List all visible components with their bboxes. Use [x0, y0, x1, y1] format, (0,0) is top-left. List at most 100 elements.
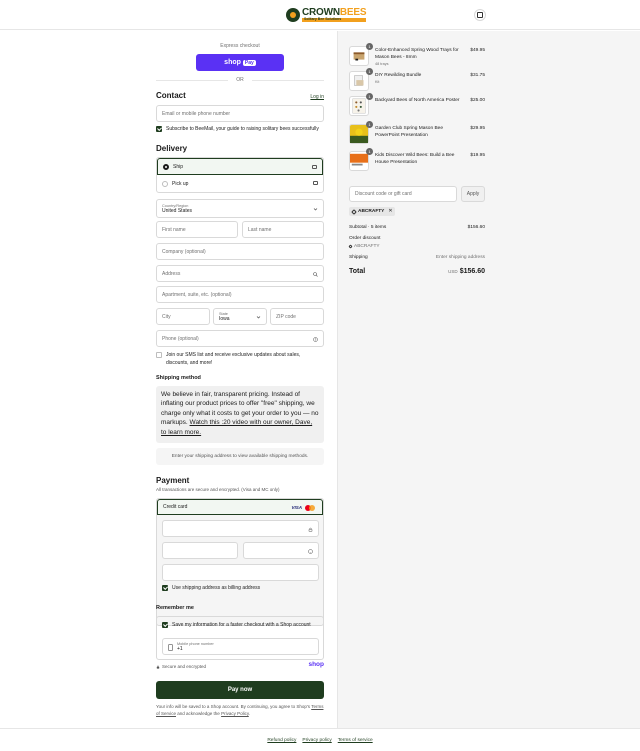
product-price: $19.95	[470, 153, 485, 158]
chevron-down-icon	[313, 208, 318, 211]
phone-placeholder: Phone (optional)	[162, 335, 199, 342]
pickup-radio[interactable]	[162, 180, 168, 187]
mobile-phone-field[interactable]: Mobile phone number +1	[162, 638, 319, 655]
payment-subheading: All transactions are secure and encrypte…	[156, 487, 280, 492]
quantity-badge: 1	[366, 68, 373, 75]
product-name: Color-Enhanced Spring Wood Trays for Mas…	[375, 48, 461, 67]
billing-address-checkbox[interactable]	[162, 585, 168, 591]
shop-pay-button[interactable]: shop Pay	[196, 54, 284, 71]
discount-code-field[interactable]: Discount code or gift card	[349, 186, 457, 202]
apply-discount-button[interactable]: Apply	[461, 186, 485, 202]
email-field[interactable]: Email or mobile phone number	[156, 105, 324, 122]
country-select[interactable]: Country/Region United States	[156, 199, 324, 218]
product-image-kids-presentation	[350, 153, 368, 169]
payment-heading: Payment	[156, 476, 190, 485]
zip-field[interactable]: ZIP code	[270, 308, 324, 325]
shop-pay-pill: Pay	[242, 59, 256, 66]
or-divider: OR	[156, 77, 324, 83]
sms-checkbox-row[interactable]: Join our SMS list and receive exclusive …	[156, 352, 324, 367]
address-field[interactable]: Address	[156, 265, 324, 282]
shop-privacy-link[interactable]: Privacy Policy	[221, 711, 249, 716]
refund-policy-link[interactable]: Refund policy	[267, 738, 296, 743]
visa-icon: VISA	[291, 505, 302, 510]
company-placeholder: Company (optional)	[162, 248, 206, 255]
shop-terms-notice: Your info will be saved to a Shop accoun…	[156, 704, 324, 718]
currency-code: USD	[448, 269, 458, 274]
pay-now-button[interactable]: Pay now	[156, 681, 324, 699]
help-circle-icon[interactable]	[308, 549, 313, 554]
card-security-code-field[interactable]	[243, 542, 319, 559]
remember-me-box: Save my information for a faster checkou…	[156, 616, 324, 660]
remember-me-heading: Remember me	[156, 605, 194, 611]
card-number-field[interactable]	[162, 520, 319, 537]
subtotal-value: $156.60	[467, 225, 485, 230]
last-name-placeholder: Last name	[248, 226, 272, 233]
express-checkout-label: Express checkout	[220, 43, 260, 49]
zip-placeholder: ZIP code	[276, 313, 296, 320]
product-name-text: Color-Enhanced Spring Wood Trays for Mas…	[375, 48, 459, 60]
cart-line-item: 1 Garden Club Spring Mason Bee PowerPoin…	[349, 121, 485, 144]
save-info-checkbox[interactable]	[162, 622, 168, 628]
apartment-field[interactable]: Apartment, suite, etc. (optional)	[156, 286, 324, 303]
mobile-phone-icon	[168, 644, 173, 651]
product-name-text: Backyard Bees of North America Poster	[375, 98, 460, 103]
save-info-checkbox-row[interactable]: Save my information for a faster checkou…	[162, 622, 319, 630]
subscribe-checkbox[interactable]	[156, 126, 162, 132]
tag-icon	[351, 208, 357, 215]
chevron-down-icon	[256, 316, 261, 319]
billing-address-checkbox-row[interactable]: Use shipping address as billing address	[162, 585, 319, 593]
subtotal-label: Subtotal · 5 items	[349, 225, 387, 230]
sms-checkbox[interactable]	[156, 352, 162, 358]
privacy-policy-link[interactable]: Privacy policy	[302, 738, 331, 743]
terms-of-service-link[interactable]: Terms of service	[338, 738, 373, 743]
product-thumbnail	[349, 46, 369, 66]
cart-line-item: 1 Kids Discover Wild Bees: Build a Bee H…	[349, 148, 485, 171]
delivery-option-pickup[interactable]: Pick up	[157, 175, 323, 192]
product-image-bundle	[354, 75, 364, 86]
shipping-methods-info: Enter your shipping address to view avai…	[156, 448, 324, 465]
product-price: $31.75	[470, 73, 485, 78]
city-placeholder: City	[162, 313, 171, 320]
lock-icon	[156, 665, 160, 669]
product-price: $49.95	[470, 48, 485, 53]
secure-encrypted-row: Secure and encrypted	[156, 664, 206, 671]
total-value: $156.60	[459, 268, 485, 275]
delivery-option-ship[interactable]: Ship	[157, 158, 323, 175]
product-name-text: Garden Club Spring Mason Bee PowerPoint …	[375, 126, 443, 138]
order-discount-code: ABCRAFTY	[354, 244, 380, 249]
phone-field[interactable]: Phone (optional)	[156, 330, 324, 347]
company-field[interactable]: Company (optional)	[156, 243, 324, 260]
email-placeholder: Email or mobile phone number	[162, 110, 231, 117]
secure-encrypted-label: Secure and encrypted	[162, 664, 207, 669]
subscribe-checkbox-row[interactable]: Subscribe to BeeMail, your guide to rais…	[156, 126, 324, 134]
product-name: DIY Rewilding Bundle Kit	[375, 73, 461, 85]
first-name-field[interactable]: First name	[156, 221, 238, 238]
card-expiry-field[interactable]	[162, 542, 238, 559]
shipping-message: We believe in fair, transparent pricing.…	[156, 386, 324, 443]
delivery-method-group: Ship Pick up	[156, 157, 324, 193]
quantity-badge: 1	[366, 93, 373, 100]
last-name-field[interactable]: Last name	[242, 221, 324, 238]
quantity-badge: 1	[366, 121, 373, 128]
product-thumbnail	[349, 71, 369, 91]
logo-name-part2: BEES	[339, 7, 367, 19]
cart-line-item: 1 Color-Enhanced Spring Wood Trays for M…	[349, 43, 485, 67]
shopping-bag-icon[interactable]	[474, 9, 486, 21]
credit-card-option[interactable]: Credit card VISA	[157, 499, 323, 515]
city-field[interactable]: City	[156, 308, 210, 325]
first-name-placeholder: First name	[162, 226, 186, 233]
remove-discount-icon[interactable]: ✕	[388, 209, 392, 214]
shipping-value: Enter shipping address	[435, 255, 485, 260]
mobile-phone-value: +1	[177, 645, 183, 652]
card-name-field[interactable]	[162, 564, 319, 581]
sms-label: Join our SMS list and receive exclusive …	[166, 352, 301, 366]
login-link[interactable]: Log in	[310, 94, 324, 100]
help-circle-icon[interactable]	[313, 337, 318, 342]
ship-radio[interactable]	[163, 163, 169, 170]
crownbees-logo[interactable]: CROWNBEES Solitary Bee Solutions	[286, 6, 367, 24]
state-select[interactable]: State Iowa	[213, 308, 267, 325]
lock-icon	[308, 527, 313, 532]
product-name: Backyard Bees of North America Poster	[375, 98, 461, 105]
save-info-label: Save my information for a faster checkou…	[172, 622, 311, 628]
product-price: $29.95	[470, 126, 485, 131]
